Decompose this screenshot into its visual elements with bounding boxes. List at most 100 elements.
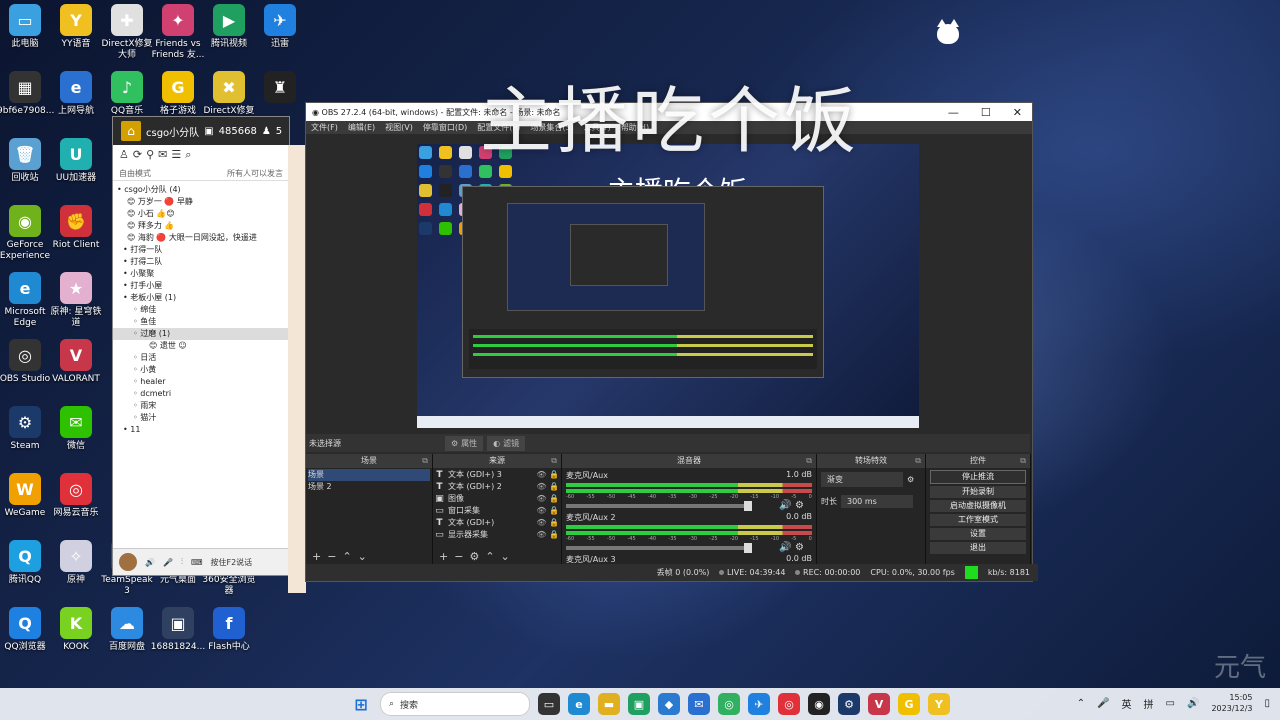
control-button[interactable]: 停止推流 (930, 470, 1026, 484)
desktop-icon[interactable]: ★ 原神: 星穹铁道 (48, 272, 104, 329)
source-item[interactable]: ▣ 图像 👁 🔒 (435, 493, 559, 505)
desktop-icon[interactable]: ♪ QQ音乐 (99, 71, 155, 117)
visibility-lock-icons[interactable]: 👁 🔒 (536, 505, 559, 517)
channel-tree-item[interactable]: ◦ 猫汁 (113, 412, 289, 424)
taskbar-app-icon[interactable]: ◎ (718, 693, 740, 715)
clock[interactable]: 15:05 2023/12/3 (1211, 692, 1252, 714)
speaker-icon[interactable]: 🔊 (779, 500, 795, 511)
channel-tree-item[interactable]: ◦ dcmetri (113, 388, 289, 400)
source-item[interactable]: ▭ 窗口采集 👁 🔒 (435, 505, 559, 517)
search-box[interactable]: ⌕ 搜索 (380, 692, 530, 716)
visibility-lock-icons[interactable]: 👁 🔒 (536, 529, 559, 541)
desktop-icon[interactable]: ▶ 腾讯视频 (201, 4, 257, 50)
microphone-icon[interactable]: 🎤 (163, 558, 173, 567)
channel-tree-item[interactable]: 😊 遗世 ☺ (113, 340, 289, 352)
desktop-icon[interactable]: ✉ 微信 (48, 406, 104, 452)
channel-tree-item[interactable]: ◦ 日活 (113, 352, 289, 364)
windows-start-icon[interactable]: ⊞ (350, 693, 372, 715)
desktop-icon[interactable]: ✧ 原神 (48, 540, 104, 586)
notification-icon[interactable]: ▯ (1264, 698, 1270, 709)
mixer-icon[interactable]: ⫶ (181, 557, 183, 567)
desktop-icon[interactable]: U UU加速器 (48, 138, 104, 184)
remove-icon[interactable]: − (454, 550, 463, 563)
control-button[interactable]: 启动虚拟摄像机 (930, 500, 1026, 512)
channel-tree-item[interactable]: 😊 海豹 🔴 大眼一日网没起，快遥进 (113, 232, 289, 244)
obs-menu-item[interactable]: 帮助(H) (621, 122, 649, 133)
channel-tree-item[interactable]: 😊 万岁一 🔴 早静 (113, 196, 289, 208)
add-icon[interactable]: + (312, 550, 321, 563)
search-icon[interactable]: ⌕ (185, 148, 191, 164)
remove-icon[interactable]: − (327, 550, 336, 563)
gear-icon[interactable]: ⚙ (795, 542, 804, 553)
desktop-icon[interactable]: f Flash中心 (201, 607, 257, 653)
transition-select[interactable]: 渐变 (821, 472, 903, 487)
control-button[interactable]: 工作室模式 (930, 514, 1026, 526)
desktop-icon[interactable]: Y YY语音 (48, 4, 104, 50)
channel-tree-item[interactable]: • 小聚聚 (113, 268, 289, 280)
dock-float-icon[interactable]: ⧉ (1020, 454, 1026, 468)
refresh-icon[interactable]: ⟳ (133, 148, 142, 164)
channel-tree-item[interactable]: 😊 拜多力 👍 (113, 220, 289, 232)
obs-menu-item[interactable]: 文件(F) (311, 122, 338, 133)
move-down-icon[interactable]: ⌄ (501, 550, 510, 563)
gear-icon[interactable]: ⚙ (795, 500, 804, 511)
channel-tree-item[interactable]: • 打手小屋 (113, 280, 289, 292)
taskbar-app-icon[interactable]: ⚙ (838, 693, 860, 715)
source-item[interactable]: ▭ 显示器采集 👁 🔒 (435, 529, 559, 541)
list-icon[interactable]: ☰ (171, 148, 181, 164)
channel-tree-item[interactable]: 😊 小石 👍😊 (113, 208, 289, 220)
dock-float-icon[interactable]: ⧉ (551, 454, 557, 468)
channel-tree-item[interactable]: ◦ 雨宋 (113, 400, 289, 412)
source-item[interactable]: T 文本 (GDI+) 👁 🔒 (435, 517, 559, 529)
taskbar-app-icon[interactable]: ✉ (688, 693, 710, 715)
desktop-icon[interactable]: ◎ 网易云音乐 (48, 473, 104, 519)
desktop-icon[interactable]: ✦ Friends vs Friends 友... (150, 4, 206, 61)
obs-menu-item[interactable]: 停靠窗口(D) (423, 122, 467, 133)
scene-item[interactable]: 场景 2 (308, 481, 430, 493)
taskbar-app-icon[interactable]: e (568, 693, 590, 715)
channel-tree-item[interactable]: ◦ healer (113, 376, 289, 388)
desktop-icon[interactable]: ▭ 此电脑 (0, 4, 53, 50)
taskbar-app-icon[interactable]: ▭ (538, 693, 560, 715)
taskbar-app-icon[interactable]: ✈ (748, 693, 770, 715)
obs-menu-item[interactable]: 配置文件(P) (477, 122, 520, 133)
desktop-icon[interactable]: 🗑 回收站 (0, 138, 53, 184)
visibility-lock-icons[interactable]: 👁 🔒 (536, 493, 559, 505)
control-button[interactable]: 设置 (930, 528, 1026, 540)
taskbar-app-icon[interactable]: ▬ (598, 693, 620, 715)
taskbar-app-icon[interactable]: G (898, 693, 920, 715)
channel-tree-item[interactable]: ◦ 绵佳 (113, 304, 289, 316)
obs-menu-item[interactable]: 编辑(E) (348, 122, 375, 133)
channel-tree-item[interactable]: • 打得二队 (113, 256, 289, 268)
dock-float-icon[interactable]: ⧉ (422, 454, 428, 468)
avatar[interactable] (119, 553, 137, 571)
visibility-lock-icons[interactable]: 👁 🔒 (536, 481, 559, 493)
desktop-icon[interactable]: V VALORANT (48, 339, 104, 385)
chevron-up-icon[interactable]: ⌃ (1077, 698, 1085, 709)
control-button[interactable]: 开始录制 (930, 486, 1026, 498)
keyboard-icon[interactable]: ⌨ (191, 558, 203, 567)
add-icon[interactable]: + (439, 550, 448, 563)
desktop-icon[interactable]: ✚ DirectX修复 大师 (99, 4, 155, 61)
gear-icon[interactable]: ⚙ (907, 475, 914, 484)
minimize-icon[interactable]: — (948, 106, 959, 119)
taskbar-app-icon[interactable]: V (868, 693, 890, 715)
visibility-lock-icons[interactable]: 👁 🔒 (536, 517, 559, 529)
desktop-icon[interactable]: ☁ 百度网盘 (99, 607, 155, 653)
desktop-icon[interactable]: ⚙ Steam (0, 406, 53, 452)
move-down-icon[interactable]: ⌄ (358, 550, 367, 563)
gear-icon[interactable]: ⚙ (469, 550, 479, 563)
channel-tree-item[interactable]: • 老板小屋 (1) (113, 292, 289, 304)
desktop-icon[interactable]: ◎ OBS Studio (0, 339, 53, 385)
channel-tree-item[interactable]: • 打得一队 (113, 244, 289, 256)
desktop-icon[interactable]: ♜ (252, 71, 308, 106)
desktop-icon[interactable]: e 上网导航 (48, 71, 104, 117)
desktop-icon[interactable]: Q QQ浏览器 (0, 607, 53, 653)
visibility-lock-icons[interactable]: 👁 🔒 (536, 469, 559, 481)
close-icon[interactable]: ✕ (1013, 106, 1022, 119)
channel-tree-item[interactable]: • csgo小分队 (4) (113, 184, 289, 196)
desktop-icon[interactable]: e Microsoft Edge (0, 272, 53, 329)
taskbar-app-icon[interactable]: Y (928, 693, 950, 715)
obs-menu-item[interactable]: 工具(T) (584, 122, 611, 133)
input-lang-2[interactable]: 拼 (1144, 696, 1154, 711)
